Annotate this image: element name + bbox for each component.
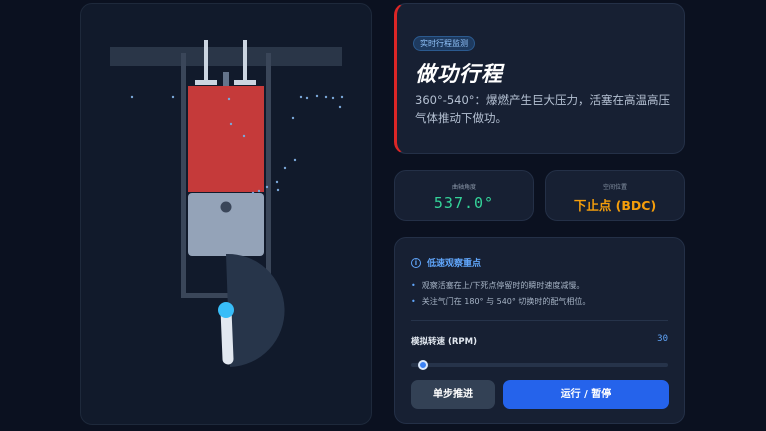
tips-list: 观察活塞在上/下死点停留时的瞬时速度减慢。 关注气门在 180° 与 540° … [411, 278, 591, 310]
control-panel: i 低速观察重点 观察活塞在上/下死点停留时的瞬时速度减慢。 关注气门在 180… [394, 237, 685, 424]
crank-angle-card: 曲轴角度 537.0° [394, 170, 534, 221]
tips-header: i 低速观察重点 [411, 256, 481, 269]
rpm-label: 模拟转速 (RPM) [411, 337, 477, 347]
position-label: 空间位置 [602, 184, 627, 191]
rpm-value: 30 [657, 334, 668, 344]
divider [411, 320, 668, 321]
info-icon: i [411, 257, 421, 268]
crank-angle-value: 537.0° [433, 194, 495, 212]
crank-pin [218, 302, 234, 318]
engine-visualization [80, 3, 372, 425]
rpm-slider[interactable] [411, 360, 668, 370]
tips-title: 低速观察重点 [427, 259, 482, 269]
exhaust-valve-head [234, 80, 256, 85]
run-pause-button[interactable]: 运行 / 暂停 [503, 380, 669, 409]
list-item: 观察活塞在上/下死点停留时的瞬时速度减慢。 [411, 278, 590, 294]
crank-angle-label: 曲轴角度 [451, 184, 476, 191]
spark-plug [223, 72, 229, 86]
crank-counterweight [226, 253, 285, 367]
intake-valve-head [195, 80, 217, 85]
stroke-info-card: 实时行程监测 做功行程 360°-540°：爆燃产生巨大压力，活塞在高温高压气体… [394, 3, 685, 154]
intake-valve-stem [204, 40, 208, 80]
status-badge: 实时行程监测 [413, 36, 475, 51]
stroke-description: 360°-540°：爆燃产生巨大压力，活塞在高温高压气体推动下做功。 [415, 93, 671, 125]
wrist-pin [220, 201, 232, 213]
engine-diagram [110, 40, 344, 367]
rpm-slider-thumb[interactable] [418, 360, 429, 370]
step-button[interactable]: 单步推进 [411, 380, 495, 409]
stroke-title: 做功行程 [415, 62, 503, 86]
combustion-chamber [188, 86, 264, 192]
position-card: 空间位置 下止点 (BDC) [545, 170, 685, 221]
list-item: 关注气门在 180° 与 540° 切换时的配气相位。 [411, 294, 591, 310]
cylinder-head [110, 47, 342, 66]
position-value: 下止点 (BDC) [573, 198, 657, 213]
exhaust-valve-stem [243, 40, 247, 80]
cylinder-wall-right [266, 53, 271, 298]
cylinder-wall-left [181, 53, 186, 298]
